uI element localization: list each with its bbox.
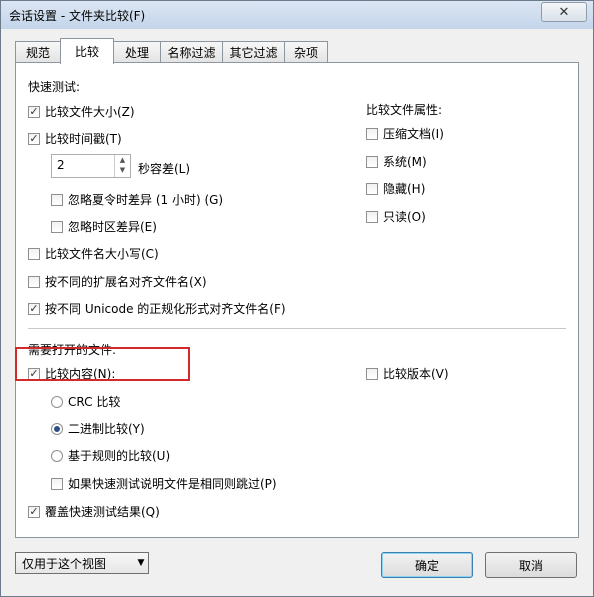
align-extension-checkbox[interactable]: 按不同的扩展名对齐文件名(X) xyxy=(28,273,207,290)
window-title: 会话设置 - 文件夹比较(F) xyxy=(9,9,146,23)
cancel-button[interactable]: 取消 xyxy=(485,552,577,578)
quick-test-heading: 快速测试: xyxy=(28,80,81,94)
settings-dialog: 会话设置 - 文件夹比较(F) ✕ 规范 比较 处理 名称过滤 其它过滤 杂项 … xyxy=(0,0,594,597)
checkbox-empty-icon xyxy=(366,155,378,168)
checkbox-checked-icon: ✓ xyxy=(28,131,40,145)
checkbox-empty-icon xyxy=(28,247,40,260)
tab-name-filter[interactable]: 名称过滤 xyxy=(160,41,223,63)
tab-compare[interactable]: 比较 xyxy=(60,38,114,64)
attr-hidden-checkbox[interactable]: 隐藏(H) xyxy=(366,180,425,197)
compare-panel: 快速测试: ✓ 比较文件大小(Z) ✓ 比较时间戳(T) 2 ▲ ▼ 秒容差(L… xyxy=(15,62,579,538)
title-bar: 会话设置 - 文件夹比较(F) ✕ xyxy=(1,1,593,29)
radio-selected-icon xyxy=(51,422,63,435)
ignore-dst-checkbox[interactable]: 忽略夏令时差异 (1 小时) (G) xyxy=(51,191,223,208)
checkbox-empty-icon xyxy=(366,210,378,223)
checkbox-empty-icon xyxy=(366,182,378,195)
attributes-heading: 比较文件属性: xyxy=(366,103,443,117)
checkbox-checked-icon: ✓ xyxy=(28,104,40,118)
compare-name-case-checkbox[interactable]: 比较文件名大小写(C) xyxy=(28,245,159,262)
rules-radio[interactable]: 基于规则的比较(U) xyxy=(51,447,170,464)
seconds-tolerance-label: 秒容差(L) xyxy=(138,162,191,176)
ignore-timezone-checkbox[interactable]: 忽略时区差异(E) xyxy=(51,218,157,235)
checkbox-empty-icon xyxy=(51,220,63,233)
compare-versions-checkbox[interactable]: 比较版本(V) xyxy=(366,365,449,382)
spin-up-icon[interactable]: ▲ xyxy=(115,155,130,165)
radio-empty-icon xyxy=(51,449,63,462)
checkbox-checked-icon: ✓ xyxy=(28,504,40,518)
checkbox-empty-icon xyxy=(51,193,63,206)
compare-timestamp-checkbox[interactable]: ✓ 比较时间戳(T) xyxy=(28,130,122,147)
attr-readonly-checkbox[interactable]: 只读(O) xyxy=(366,208,426,225)
overwrite-results-checkbox[interactable]: ✓ 覆盖快速测试结果(Q) xyxy=(28,503,160,520)
chevron-down-icon: ▼ xyxy=(137,558,145,568)
crc-radio[interactable]: CRC 比较 xyxy=(51,393,120,410)
compare-size-checkbox[interactable]: ✓ 比较文件大小(Z) xyxy=(28,103,135,120)
checkbox-empty-icon xyxy=(28,275,40,288)
tab-spec[interactable]: 规范 xyxy=(15,41,61,63)
close-icon: ✕ xyxy=(558,4,570,20)
tab-handling[interactable]: 处理 xyxy=(113,41,161,63)
scope-dropdown[interactable]: 仅用于这个视图 ▼ xyxy=(15,552,149,574)
spin-down-icon[interactable]: ▼ xyxy=(115,165,130,175)
align-unicode-checkbox[interactable]: ✓ 按不同 Unicode 的正规化形式对齐文件名(F) xyxy=(28,300,286,317)
attr-system-checkbox[interactable]: 系统(M) xyxy=(366,153,427,170)
spinner-buttons: ▲ ▼ xyxy=(114,155,130,177)
tab-other-filter[interactable]: 其它过滤 xyxy=(222,41,285,63)
seconds-tolerance-spinner[interactable]: 2 ▲ ▼ xyxy=(51,154,131,178)
binary-radio[interactable]: 二进制比较(Y) xyxy=(51,420,145,437)
close-button[interactable]: ✕ xyxy=(541,2,587,22)
section-divider xyxy=(28,328,566,329)
tab-misc[interactable]: 杂项 xyxy=(284,41,328,63)
skip-if-same-checkbox[interactable]: 如果快速测试说明文件是相同则跳过(P) xyxy=(51,475,277,492)
checkbox-empty-icon xyxy=(366,367,378,380)
checkbox-empty-icon xyxy=(51,477,63,490)
checkbox-empty-icon xyxy=(366,127,378,140)
radio-empty-icon xyxy=(51,395,63,408)
attr-compressed-checkbox[interactable]: 压缩文档(I) xyxy=(366,125,444,142)
ok-button[interactable]: 确定 xyxy=(381,552,473,578)
seconds-tolerance-value[interactable]: 2 xyxy=(57,158,65,172)
scope-dropdown-value: 仅用于这个视图 xyxy=(22,556,107,571)
checkbox-checked-icon: ✓ xyxy=(28,301,40,315)
red-highlight-box xyxy=(15,347,190,381)
